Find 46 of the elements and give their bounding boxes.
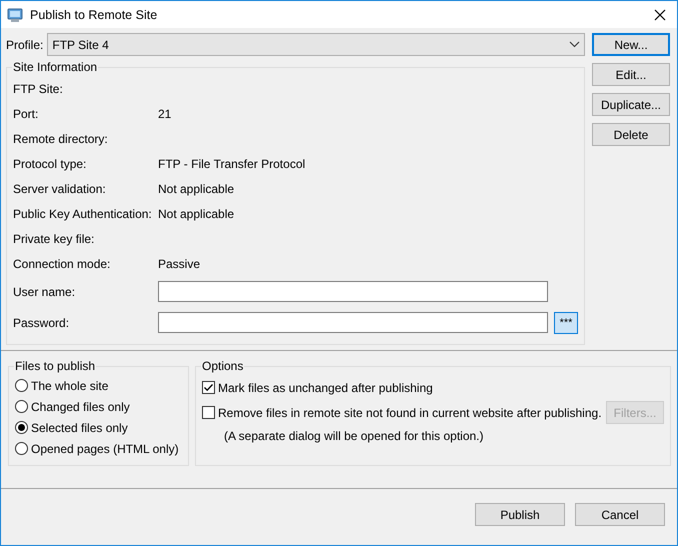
profile-label: Profile: [6,38,44,52]
monitor-icon [7,6,23,22]
input-field[interactable] [158,281,548,302]
profile-action-button[interactable]: New... [592,33,670,56]
field-label: Private key file: [13,232,94,246]
profile-dropdown[interactable]: FTP Site 4 [47,33,585,56]
group-title: Files to publish [14,359,96,373]
checkbox-option[interactable]: Mark files as unchanged after publishing [202,377,433,398]
field-label: Remote directory: [13,132,108,146]
field-label: Connection mode: [13,256,110,270]
radio-button[interactable] [15,421,28,434]
field-label: User name: [13,284,76,298]
chevron-down-icon [569,41,580,48]
window-title: Publish to Remote Site [30,8,158,22]
profile-action-button[interactable]: Edit... [592,63,670,86]
radio-option[interactable]: Selected files only [15,417,182,438]
profile-action-button[interactable]: Duplicate... [592,93,670,116]
checkbox[interactable] [202,381,215,394]
option-note: (A separate dialog will be opened for this option.) [223,428,484,445]
field-label: Password: [13,316,70,330]
radio-button[interactable] [15,379,28,392]
field-label: Server validation: [13,182,106,196]
show-password-button[interactable]: *** [554,312,578,334]
field-label: Protocol type: [13,156,86,170]
close-icon [654,8,666,20]
field-label: Public Key Authentication: [13,206,152,220]
field-label: Port: [13,106,38,120]
radio-button[interactable] [15,400,28,413]
dialog-button[interactable]: Cancel [575,503,665,526]
radio-option[interactable]: The whole site [15,375,182,396]
field-label: FTP Site: [13,82,63,96]
radio-option[interactable]: Opened pages (HTML only) [15,438,182,459]
checkbox-option[interactable]: Remove files in remote site not found in current website after publishing. [202,402,602,423]
input-field[interactable] [158,312,548,333]
group-title: Options [201,359,244,373]
group-title: Site Information [12,60,98,74]
radio-option[interactable]: Changed files only [15,396,182,417]
field-value: Not applicable [158,182,234,196]
profile-action-button[interactable]: Delete [592,123,670,146]
field-value: Not applicable [158,206,234,220]
field-value: FTP - File Transfer Protocol [158,156,306,170]
field-value: 21 [158,106,172,120]
checkbox[interactable] [202,406,215,419]
radio-button[interactable] [15,442,28,455]
field-value: Passive [158,256,200,270]
dialog-button[interactable]: Publish [475,503,565,526]
